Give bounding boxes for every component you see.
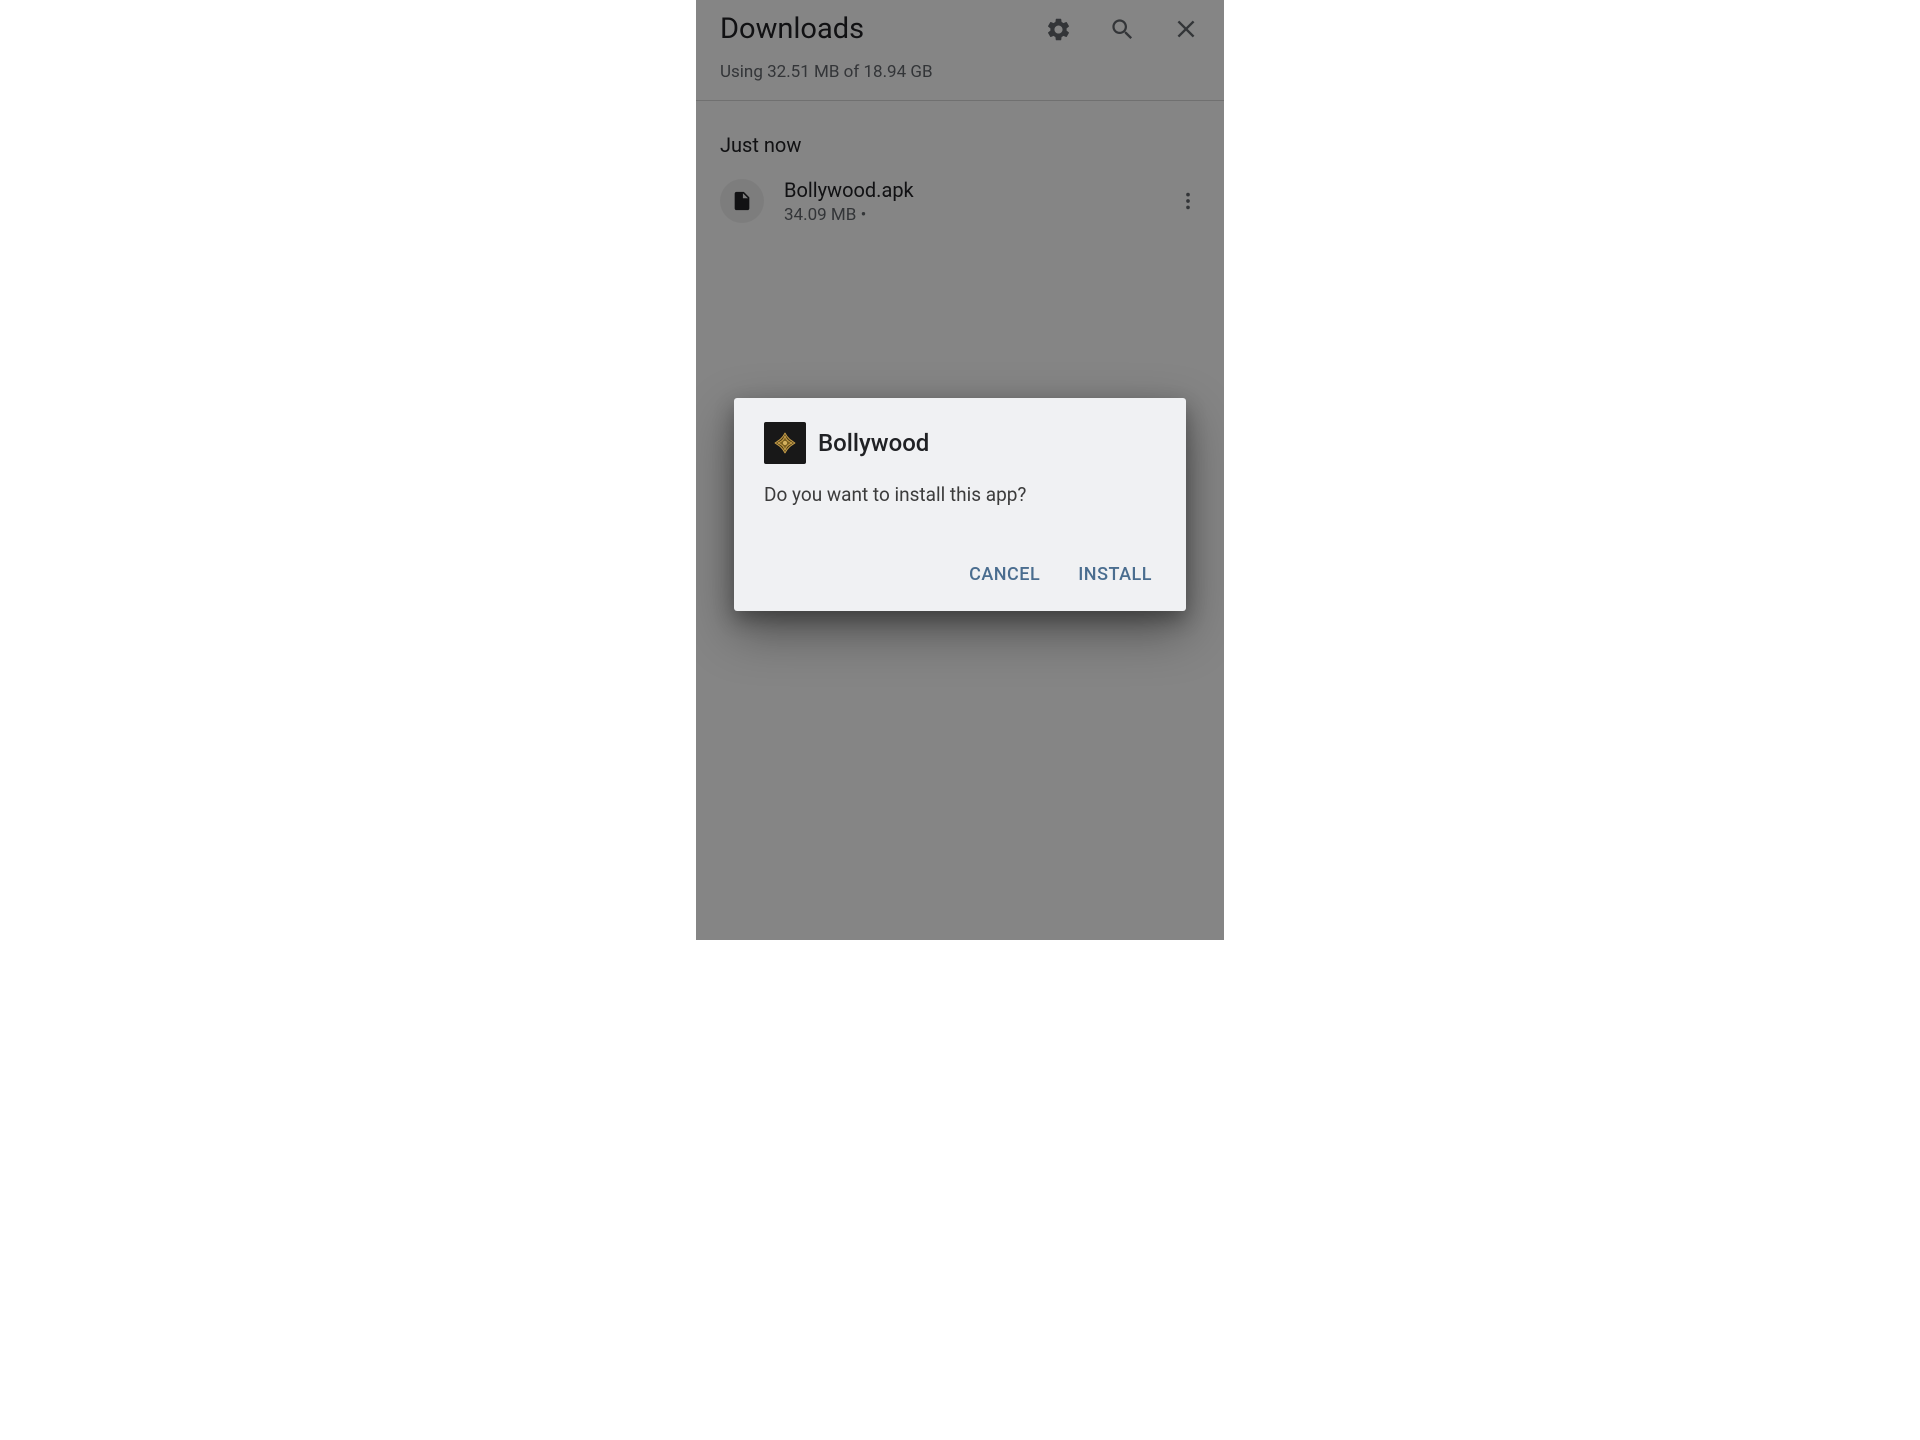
app-icon [764,422,806,464]
dialog-header: Bollywood [764,422,1156,464]
cancel-button[interactable]: CANCEL [965,556,1044,593]
downloads-screen: Downloads Using 32.51 MB of 18.94 GB Jus… [696,0,1224,940]
install-dialog: Bollywood Do you want to install this ap… [734,398,1186,611]
dialog-actions: CANCEL INSTALL [764,556,1156,593]
install-button[interactable]: INSTALL [1074,556,1156,593]
dialog-title: Bollywood [818,429,929,457]
dialog-message: Do you want to install this app? [764,482,1156,508]
